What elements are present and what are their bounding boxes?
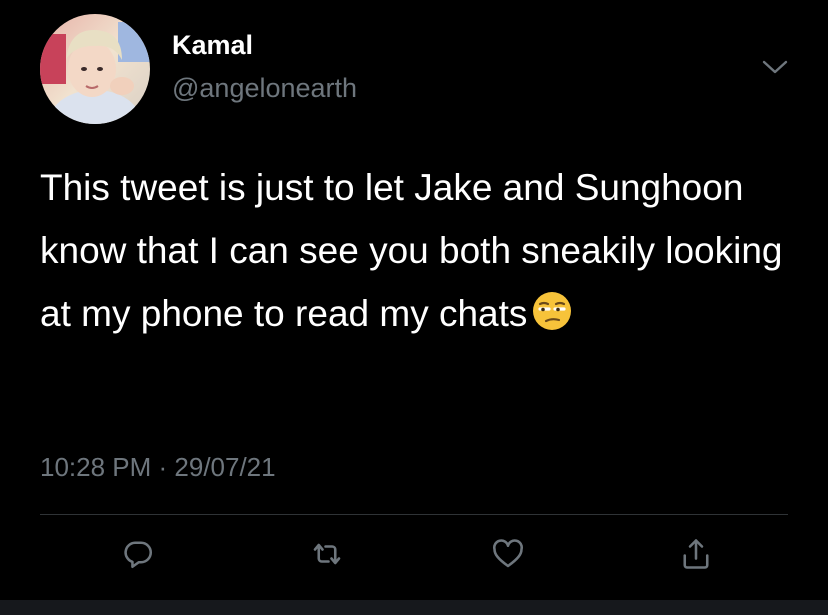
author-display-name[interactable]: Kamal [172,30,253,61]
tweet-timestamp[interactable]: 10:28 PM · 29/07/21 [40,452,276,483]
share-button[interactable] [676,536,716,576]
divider [40,514,788,515]
share-icon [678,536,714,577]
retweet-button[interactable] [307,536,347,576]
chevron-down-icon[interactable] [760,56,790,78]
tweet-text: This tweet is just to let Jake and Sungh… [40,156,800,345]
like-button[interactable] [488,536,528,576]
reply-button[interactable] [118,536,158,576]
bottom-bar [0,600,828,615]
avatar[interactable] [40,14,150,124]
reply-icon [120,536,156,577]
retweet-icon [308,536,346,577]
tweet-card: Kamal @angelonearth This tweet is just t… [0,0,828,600]
tweet-body-text: This tweet is just to let Jake and Sungh… [40,167,783,334]
heart-icon [490,536,526,577]
unamused-face-icon [531,288,573,330]
author-handle[interactable]: @angelonearth [172,73,357,104]
